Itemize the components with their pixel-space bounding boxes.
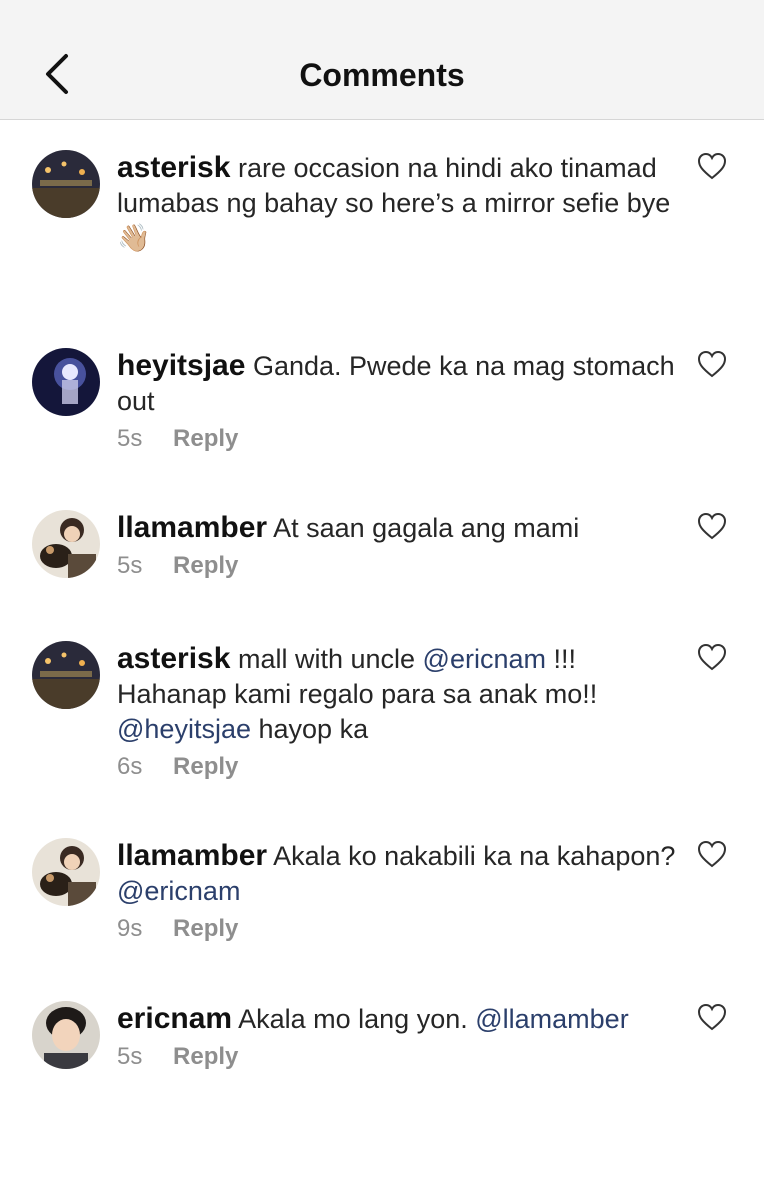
reply-button[interactable]: Reply [173,552,238,579]
comment-username[interactable]: heyitsjae [117,349,245,382]
comment-meta: 5s Reply [117,1041,677,1073]
comment-body: ericnam Akala mo lang yon. @llamamber 5s… [117,1001,677,1073]
heart-outline-icon [697,350,727,378]
heart-outline-icon [697,643,727,671]
comment-text: At saan gagala ang mami [273,513,580,543]
comment-text: Akala ko nakabili ka na kahapon? [273,841,676,871]
heart-outline-icon [697,1003,727,1031]
like-button[interactable] [697,152,727,180]
comment-text: Akala mo lang yon. [238,1004,468,1034]
comment-meta: 5s Reply [117,550,677,582]
comment-body: llamamber At saan gagala ang mami 5s Rep… [117,510,677,582]
page-title: Comments [299,57,465,93]
reply-button[interactable]: Reply [173,1043,238,1070]
comment-body: llamamber Akala ko nakabili ka na kahapo… [117,838,677,945]
comment-body: heyitsjae Ganda. Pwede ka na mag stomach… [117,348,677,455]
nav-header: Comments [0,0,764,120]
mention-link[interactable]: @ericnam [117,876,240,906]
reply-button[interactable]: Reply [173,425,238,452]
comment-username[interactable]: llamamber [117,511,267,544]
comment-text: mall with uncle [237,644,416,674]
like-button[interactable] [697,643,727,671]
avatar-asterisk[interactable] [32,641,100,709]
mention-link[interactable]: @llamamber [475,1004,628,1034]
comment-username[interactable]: ericnam [117,1002,232,1035]
heart-outline-icon [697,512,727,540]
comment-time: 5s [117,425,143,452]
like-button[interactable] [697,1003,727,1031]
like-button[interactable] [697,512,727,540]
comment-body: asterisk mall with uncle @ericnam !!! Ha… [117,641,677,783]
avatar-ericnam[interactable] [32,1001,100,1069]
avatar-heyitsjae[interactable] [32,348,100,416]
comment-time: 9s [117,915,143,942]
comment-time: 5s [117,1043,143,1070]
avatar-llamamber[interactable] [32,510,100,578]
avatar-asterisk[interactable] [32,150,100,218]
comment-username[interactable]: asterisk [117,642,230,675]
comment-time: 6s [117,753,143,780]
heart-outline-icon [697,840,727,868]
mention-link[interactable]: @heyitsjae [117,714,251,744]
comment-meta: 6s Reply [117,751,677,783]
like-button[interactable] [697,350,727,378]
caption-body: asterisk rare occasion na hindi ako tina… [117,150,677,256]
comment-username[interactable]: llamamber [117,839,267,872]
avatar-llamamber[interactable] [32,838,100,906]
reply-button[interactable]: Reply [173,915,238,942]
comment-meta: 9s Reply [117,913,677,945]
mention-link[interactable]: @ericnam [423,644,546,674]
caption-username[interactable]: asterisk [117,151,230,184]
like-button[interactable] [697,840,727,868]
comments-screen: Comments asterisk rare occasion na hindi… [0,0,764,1200]
reply-button[interactable]: Reply [173,753,238,780]
heart-outline-icon [697,152,727,180]
comment-time: 5s [117,552,143,579]
comment-text: hayop ka [258,714,369,744]
comment-meta: 5s Reply [117,423,677,455]
waving-hand-emoji: 👋🏼 [117,223,151,253]
